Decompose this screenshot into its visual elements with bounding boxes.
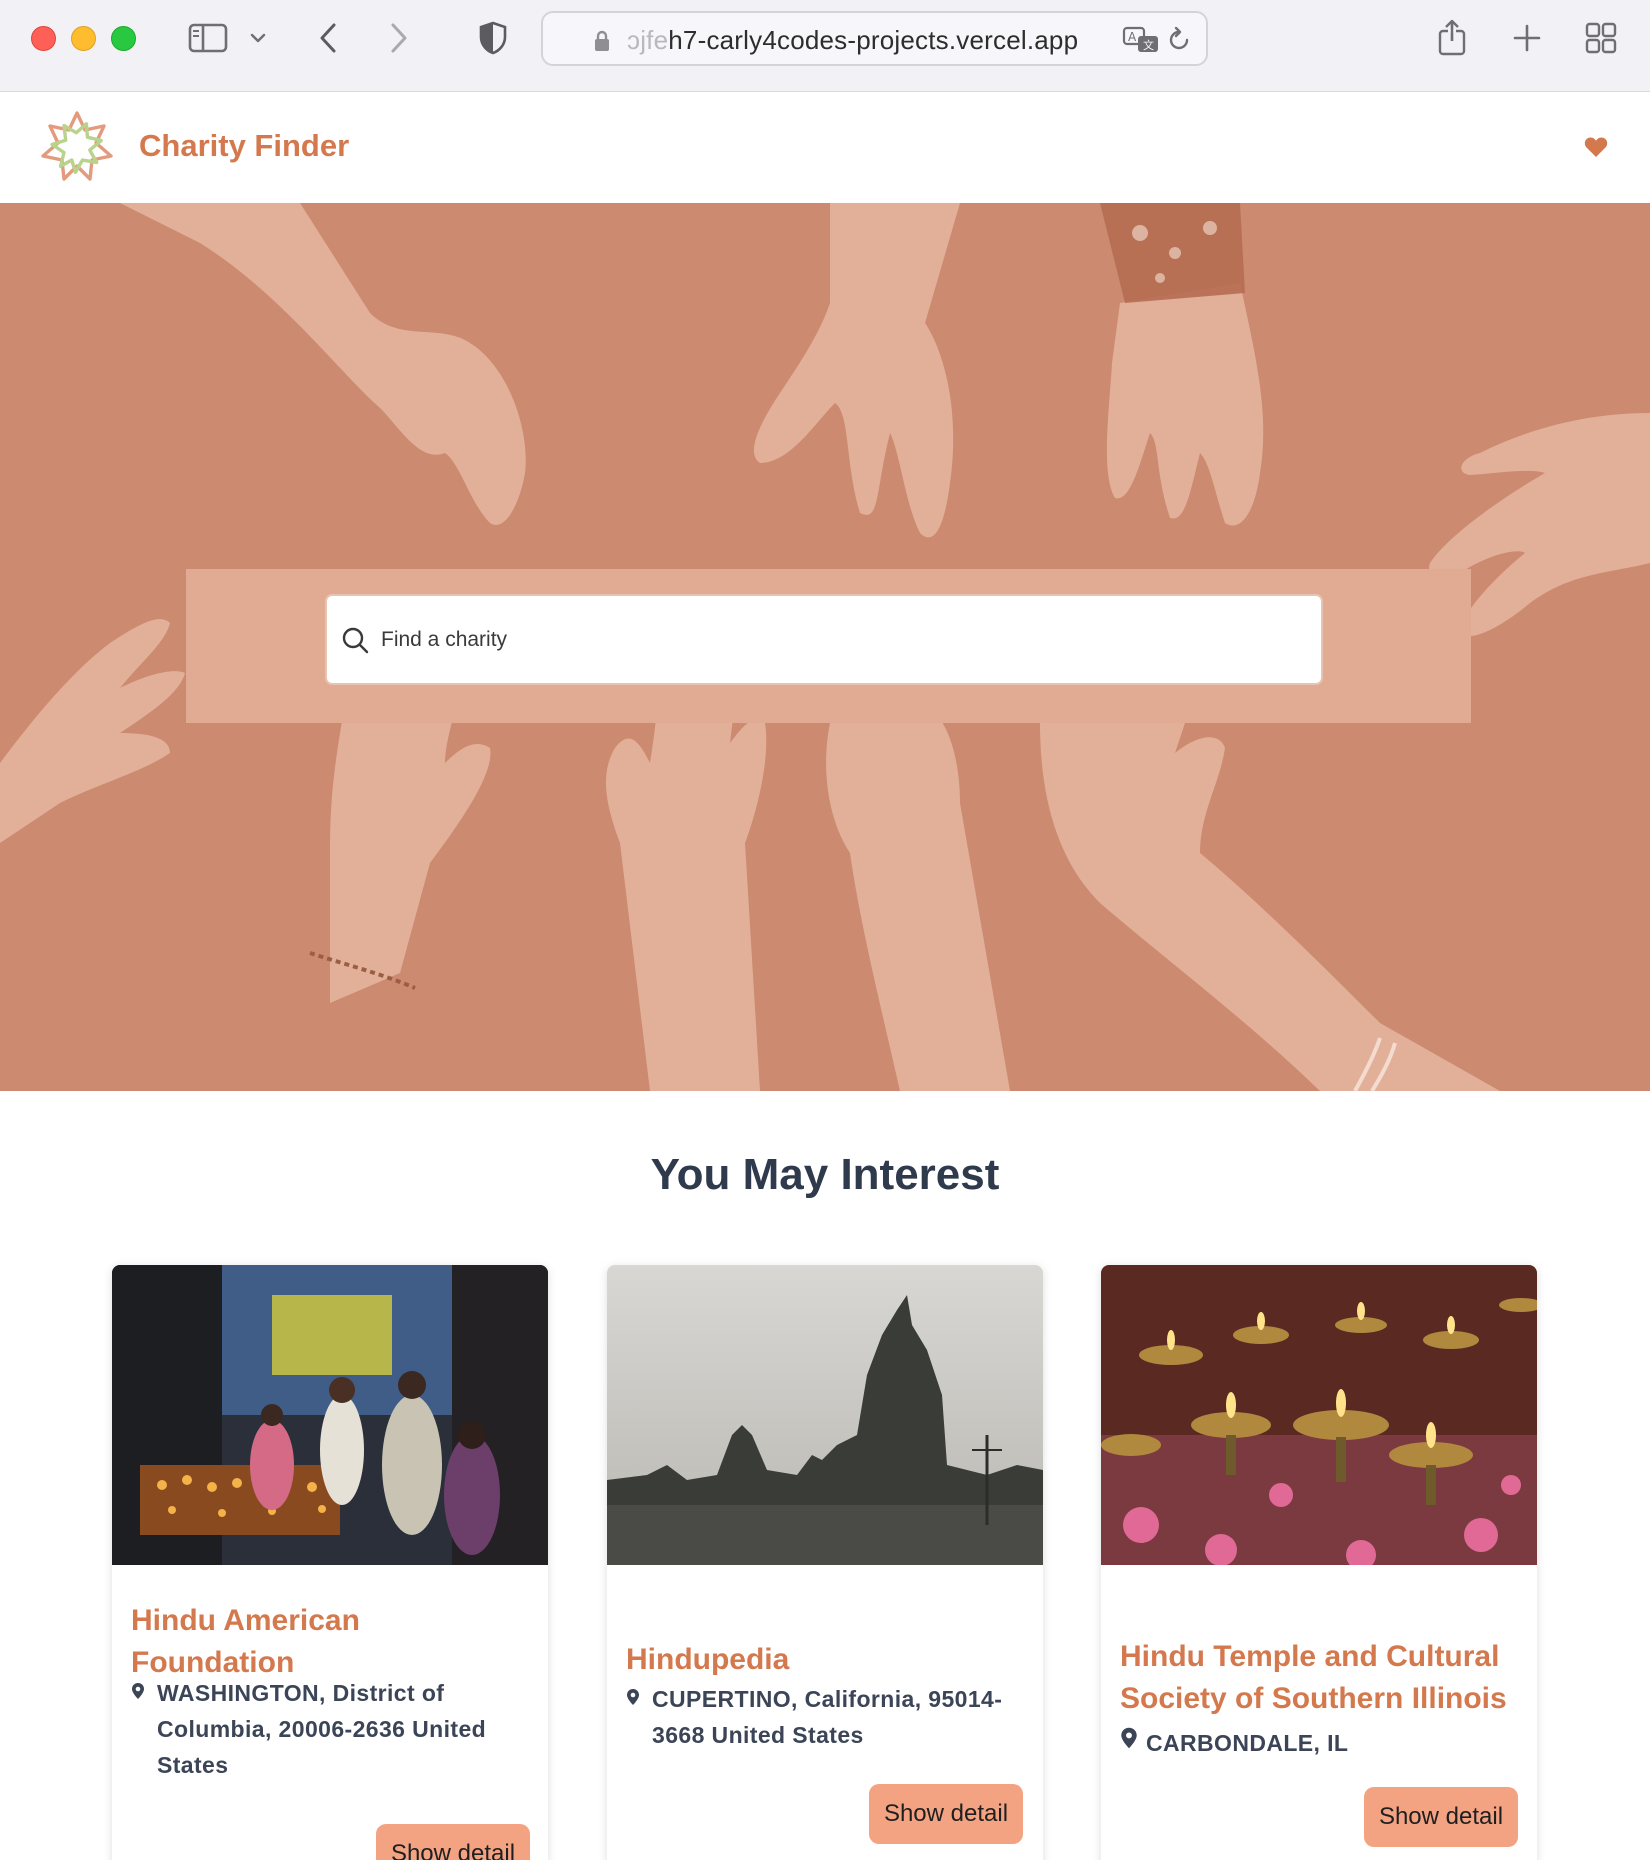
oil-lamps-flowers-photo (1101, 1265, 1537, 1565)
map-pin-icon (626, 1688, 640, 1711)
browser-toolbar: ɔjfeh7-carly4codes-projects.vercel.app A… (0, 0, 1650, 92)
card-title[interactable]: Hindu Temple and Cultural Society of Sou… (1120, 1636, 1520, 1720)
heart-icon[interactable] (1584, 136, 1608, 158)
address-bar[interactable]: ɔjfeh7-carly4codes-projects.vercel.app A… (541, 11, 1208, 66)
card-title[interactable]: Hindupedia (626, 1639, 1026, 1681)
show-detail-button[interactable]: Show detail (376, 1824, 530, 1860)
url-text: ɔjfeh7-carly4codes-projects.vercel.app (627, 25, 1079, 55)
svg-text:文: 文 (1143, 38, 1154, 52)
flower-star-logo[interactable] (38, 108, 116, 186)
chevron-down-icon[interactable] (246, 18, 270, 58)
translate-icon[interactable]: A文 (1122, 26, 1160, 59)
charity-card: Hindu American Foundation WASHINGTON, Di… (112, 1265, 548, 1860)
shield-icon[interactable] (476, 18, 510, 58)
show-detail-button[interactable]: Show detail (869, 1784, 1023, 1844)
charity-card: Hindu Temple and Cultural Society of Sou… (1101, 1265, 1537, 1860)
close-window-button[interactable] (31, 26, 56, 51)
card-location: CARBONDALE, IL (1146, 1730, 1349, 1756)
map-pin-icon (1120, 1726, 1138, 1755)
reload-icon[interactable] (1166, 26, 1192, 59)
map-pin-icon (131, 1682, 145, 1705)
brand-name[interactable]: Charity Finder (139, 128, 349, 164)
temple-silhouette-photo (607, 1265, 1043, 1565)
card-title[interactable]: Hindu American Foundation (131, 1600, 531, 1684)
charity-card: Hindupedia CUPERTINO, California, 95014-… (607, 1265, 1043, 1860)
forward-icon[interactable] (384, 18, 414, 58)
show-detail-button[interactable]: Show detail (1364, 1787, 1518, 1847)
card-location: CUPERTINO, California, 95014-3668 United… (652, 1686, 1003, 1748)
new-tab-icon[interactable] (1510, 18, 1544, 58)
search-icon (341, 626, 369, 659)
charity-search-bar[interactable] (325, 594, 1323, 685)
card-location: WASHINGTON, District of Columbia, 20006-… (157, 1680, 487, 1778)
sidebar-toggle-icon[interactable] (186, 18, 230, 58)
tab-overview-icon[interactable] (1584, 18, 1618, 58)
section-title: You May Interest (650, 1150, 1000, 1199)
app-header: Charity Finder (0, 92, 1650, 203)
svg-text:A: A (1128, 30, 1137, 44)
search-input[interactable] (381, 614, 1281, 666)
share-icon[interactable] (1435, 18, 1469, 58)
temple-diya-offering-photo (112, 1265, 548, 1565)
lock-icon (593, 30, 611, 57)
zoom-window-button[interactable] (111, 26, 136, 51)
back-icon[interactable] (313, 18, 343, 58)
hero-banner (0, 203, 1650, 1091)
minimize-window-button[interactable] (71, 26, 96, 51)
